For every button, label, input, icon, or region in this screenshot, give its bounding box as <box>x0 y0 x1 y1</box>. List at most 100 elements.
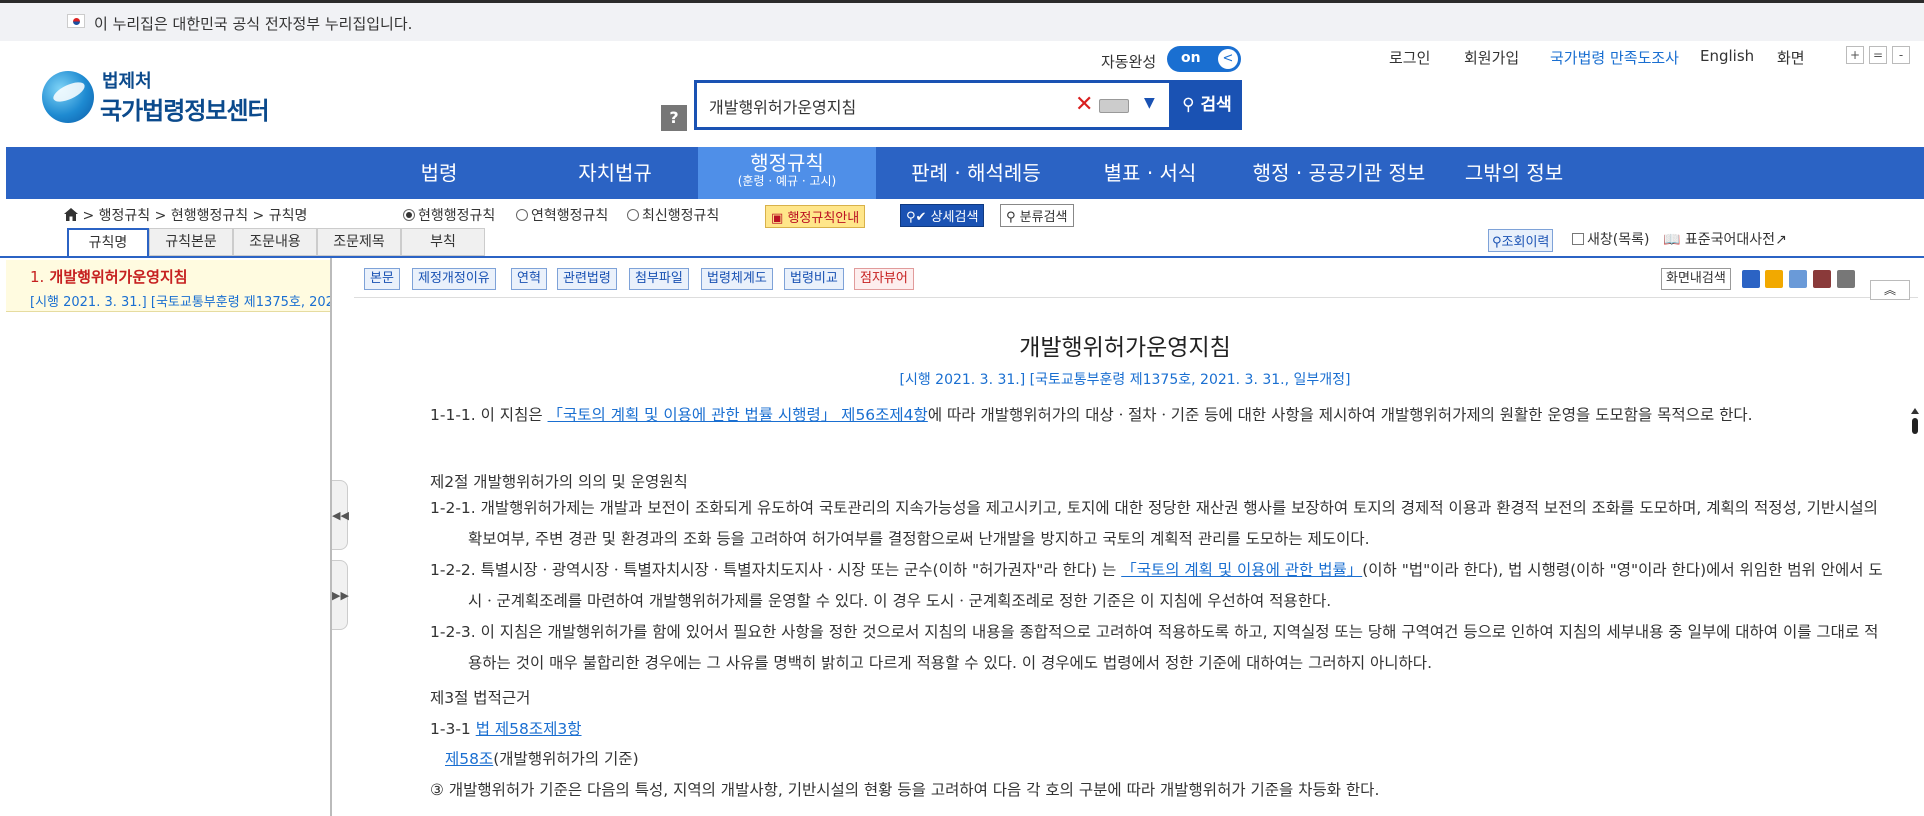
radio-label: 최신행정규칙 <box>642 208 720 224</box>
tb-compare-button[interactable]: 법령비교 <box>784 268 844 290</box>
view-history-label: 조회이력 <box>1501 235 1550 250</box>
gov-banner: 이 누리집은 대한민국 공식 전자정부 누리집입니다. <box>0 0 1924 41</box>
nav-local-laws[interactable]: 자치법규 <box>526 147 704 199</box>
scroll-top-button[interactable]: ︽ <box>1870 280 1910 300</box>
book-icon: 📖 <box>1663 232 1681 248</box>
radio-label: 현행행정규칙 <box>418 208 496 224</box>
radio-latest-rules[interactable]: 최신행정규칙 <box>627 205 719 225</box>
section-heading: 제2절 개발행위허가의 의의 및 운영원칙 <box>430 473 688 491</box>
scrollbar[interactable] <box>1910 406 1920 436</box>
login-link[interactable]: 로그인 <box>1389 47 1430 68</box>
virtual-keyboard-icon[interactable] <box>1099 99 1129 113</box>
law-link[interactable]: 법 제58조제3항 <box>476 720 582 738</box>
list-item[interactable]: 1. 개발행위허가운영지침 [시행 2021. 3. 31.] [국토교통부훈령… <box>6 260 330 312</box>
nav-other-info[interactable]: 그밖의 정보 <box>1444 147 1584 199</box>
nav-precedents[interactable]: 판례 · 해석례등 <box>876 147 1076 199</box>
autocomplete-toggle[interactable]: on < <box>1167 46 1241 72</box>
zoom-in-button[interactable]: + <box>1846 46 1864 64</box>
detail-search-button[interactable]: ⚲✔ 상세검색 <box>900 204 985 227</box>
search-help-button[interactable]: ? <box>661 105 687 131</box>
new-window-checkbox[interactable]: 새창(목록) <box>1572 229 1649 249</box>
collapse-panel-button[interactable]: ◀◀ <box>332 480 349 550</box>
article-1-1-1: 1-1-1. 이 지침은 「국토의 계획 및 이용에 관한 법률 시행령」 제5… <box>430 400 1890 431</box>
zoom-out-button[interactable]: - <box>1892 46 1910 64</box>
nav-laws[interactable]: 법령 <box>350 147 528 199</box>
tb-related-button[interactable]: 관련법령 <box>557 268 617 290</box>
text-span: 1-2-2. 특별시장ㆍ광역시장ㆍ특별자치시장ㆍ특별자치도지사ㆍ시장 또는 군수… <box>430 561 1122 579</box>
english-link[interactable]: English <box>1700 47 1754 65</box>
rules-guide-button[interactable]: ▣ 행정규칙안내 <box>765 205 866 228</box>
magnifier-check-icon: ⚲✔ <box>906 210 927 225</box>
law-link[interactable]: 제58조 <box>445 750 493 768</box>
list-item-title: 1. 개발행위허가운영지침 <box>30 266 330 287</box>
nav-admin-rules-small: (훈령 · 예규 · 고시) <box>737 174 837 188</box>
hanja-icon[interactable] <box>1789 270 1807 288</box>
search-input[interactable] <box>709 93 1059 119</box>
search-icon: ⚲ <box>1182 95 1195 115</box>
law-link[interactable]: 「국토의 계획 및 이용에 관한 법률」 <box>1121 561 1362 579</box>
document-body: 개발행위허가운영지침 [시행 2021. 3. 31.] [국토교통부훈령 제1… <box>350 300 1900 816</box>
text-span: 에 따라 개발행위허가의 대상ㆍ절차ㆍ기준 등에 대한 사항을 제시하여 개발행… <box>927 406 1753 424</box>
breadcrumb: > 행정규칙 > 현행행정규칙 > 규칙명 <box>64 205 307 225</box>
screen-search-button[interactable]: 화면내검색 <box>1661 268 1731 290</box>
result-list-panel: 1. 개발행위허가운영지침 [시행 2021. 3. 31.] [국토교통부훈령… <box>6 258 332 816</box>
join-link[interactable]: 회원가입 <box>1464 47 1519 68</box>
article-1-2-3: 1-2-3. 이 지침은 개발행위허가를 함에 있어서 필요한 사항을 정한 것… <box>430 623 1879 672</box>
toggle-knob-icon: < <box>1218 49 1238 69</box>
tab-article-content[interactable]: 조문내용 <box>233 228 317 256</box>
expand-panel-button[interactable]: ▶▶ <box>332 560 349 630</box>
radio-history-rules[interactable]: 연혁행정규칙 <box>516 205 608 225</box>
breadcrumb-sep-icon: > <box>82 208 99 224</box>
survey-link[interactable]: 국가법령 만족도조사 <box>1550 47 1679 68</box>
tb-braille-button[interactable]: 점자뷰어 <box>854 268 914 290</box>
tab-addenda[interactable]: 부칙 <box>401 228 485 256</box>
favorite-icon[interactable] <box>1765 270 1783 288</box>
external-link-icon: ↗ <box>1775 232 1787 248</box>
list-item-number: 1. <box>30 268 45 286</box>
tree-search-icon: ⚲ <box>1006 210 1016 225</box>
site-logo[interactable]: 법제처 국가법령정보센터 <box>42 67 272 127</box>
header: 법제처 국가법령정보센터 ? 자동완성 on < ✕ ▼ ⚲ 검색 로그인 회원… <box>0 41 1924 147</box>
dictionary-label: 표준국어대사전 <box>1684 232 1776 248</box>
class-search-button[interactable]: ⚲ 분류검색 <box>1000 204 1074 227</box>
zoom-reset-button[interactable]: = <box>1869 46 1887 64</box>
tb-attachment-button[interactable]: 첨부파일 <box>629 268 689 290</box>
rules-guide-label: 행정규칙안내 <box>787 211 860 226</box>
share-icon[interactable] <box>1742 270 1760 288</box>
article-58-ref: 제58조(개발행위허가의 기준) <box>445 747 639 769</box>
class-search-label: 분류검색 <box>1019 210 1068 225</box>
nav-public-info[interactable]: 행정 · 공공기관 정보 <box>1234 147 1444 199</box>
breadcrumb-item[interactable]: 현행행정규칙 <box>171 208 248 224</box>
search-icon: ⚲ <box>1492 235 1502 250</box>
tb-history-button[interactable]: 연혁 <box>511 268 547 290</box>
nav-admin-rules[interactable]: 행정규칙 (훈령 · 예규 · 고시) <box>698 147 876 199</box>
home-icon[interactable] <box>64 208 78 221</box>
article-1-3-1: 1-3-1 법 제58조제3항 <box>430 717 582 739</box>
breadcrumb-item[interactable]: 행정규칙 <box>99 208 151 224</box>
tab-article-title[interactable]: 조문제목 <box>317 228 401 256</box>
radio-selected-icon <box>403 209 415 221</box>
detail-search-label: 상세검색 <box>930 210 979 225</box>
print-icon[interactable] <box>1837 270 1855 288</box>
gov-banner-text: 이 누리집은 대한민국 공식 전자정부 누리집입니다. <box>94 15 413 33</box>
dropdown-caret-icon[interactable]: ▼ <box>1144 95 1155 111</box>
save-icon[interactable] <box>1813 270 1831 288</box>
article-1-2-2: 1-2-2. 특별시장ㆍ광역시장ㆍ특별자치시장ㆍ특별자치도지사ㆍ시장 또는 군수… <box>430 555 1890 617</box>
tab-rule-name[interactable]: 규칙명 <box>67 228 149 256</box>
nav-forms[interactable]: 별표 · 서식 <box>1066 147 1234 199</box>
dictionary-link[interactable]: 📖 표준국어대사전↗ <box>1663 229 1787 249</box>
law-link[interactable]: 「국토의 계획 및 이용에 관한 법률 시행령」 제56조제4항 <box>548 406 928 424</box>
tab-rule-body[interactable]: 규칙본문 <box>149 228 233 256</box>
radio-icon <box>627 209 639 221</box>
radio-current-rules[interactable]: 현행행정규칙 <box>403 205 495 225</box>
view-history-button[interactable]: ⚲조회이력 <box>1488 229 1554 252</box>
clear-search-icon[interactable]: ✕ <box>1075 92 1093 117</box>
text-span: (개발행위허가의 기준) <box>493 750 639 768</box>
breadcrumb-sep-icon: > <box>154 208 171 224</box>
tb-reason-button[interactable]: 제정개정이유 <box>412 268 496 290</box>
document-toolbar: 본문 제정개정이유 연혁 관련법령 첨부파일 법령체계도 법령비교 점자뷰어 화… <box>354 258 1918 298</box>
tb-body-button[interactable]: 본문 <box>364 268 400 290</box>
search-button[interactable]: ⚲ 검색 <box>1172 80 1242 130</box>
tb-system-diagram-button[interactable]: 법령체계도 <box>701 268 773 290</box>
radio-icon <box>516 209 528 221</box>
